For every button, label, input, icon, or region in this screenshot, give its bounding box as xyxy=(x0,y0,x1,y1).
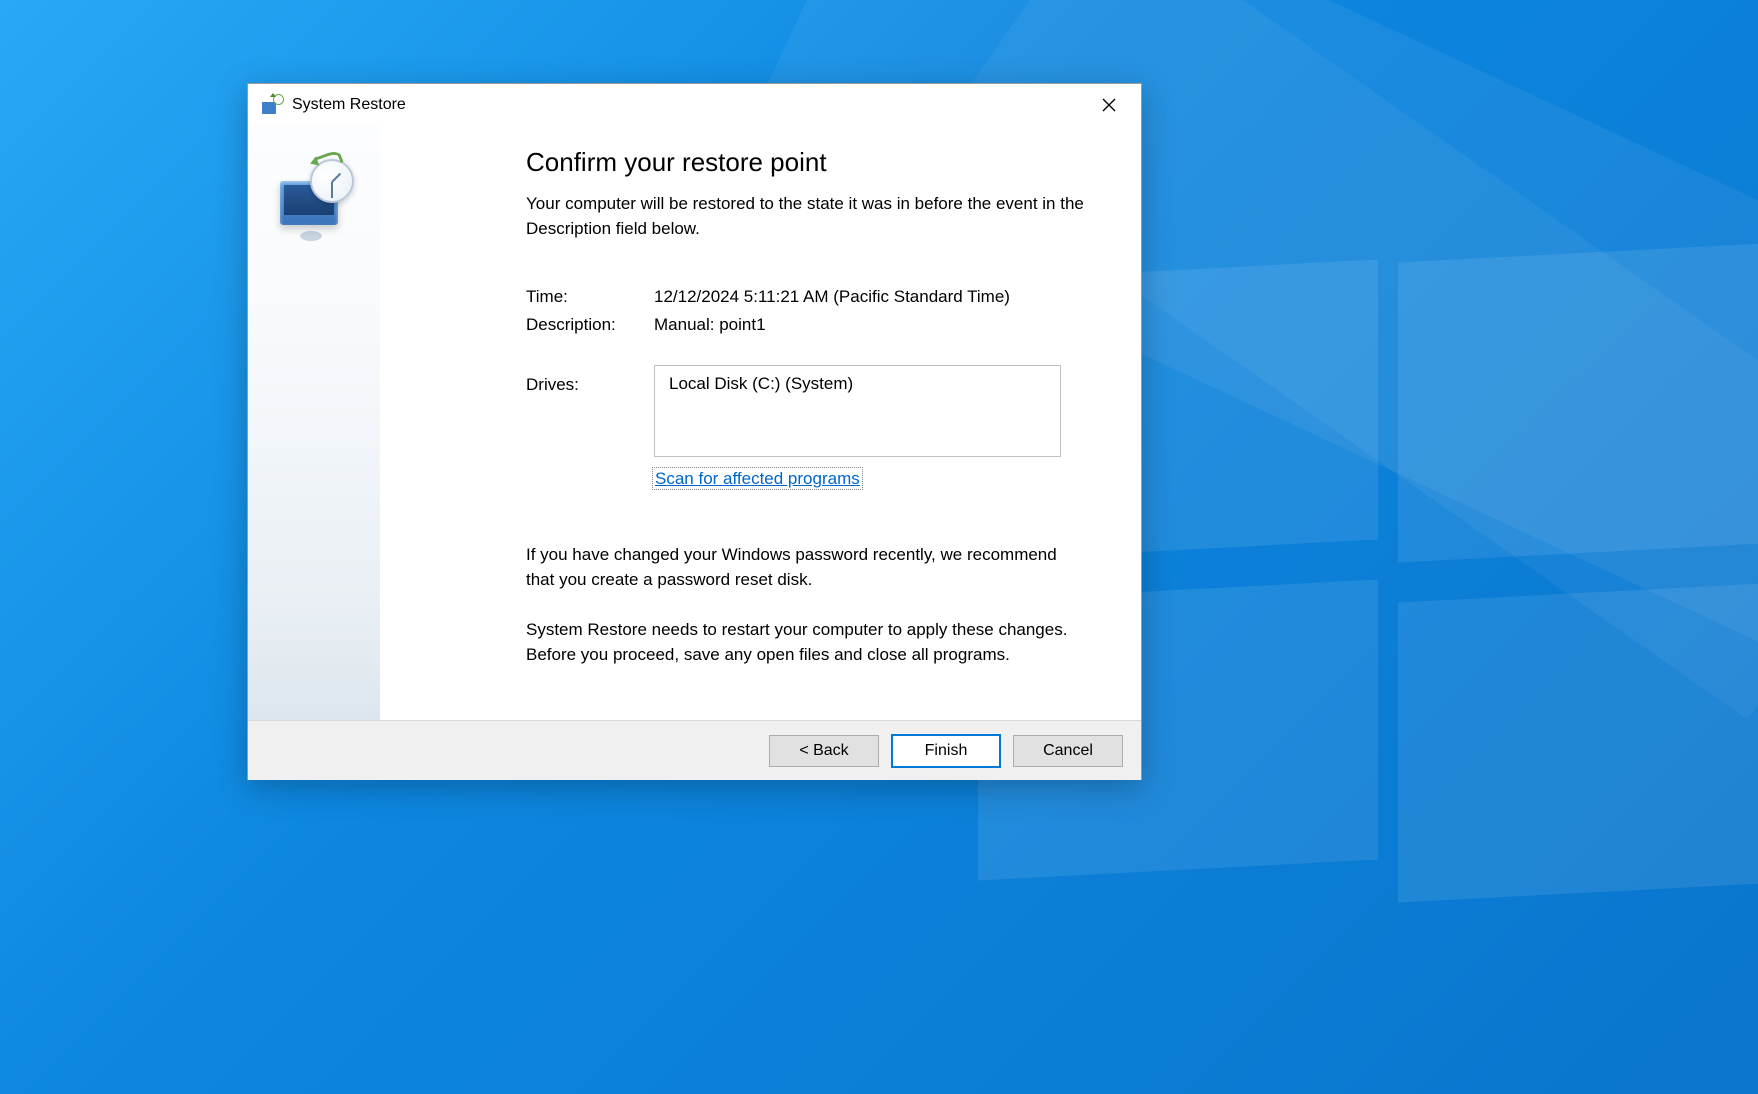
description-label: Description: xyxy=(526,315,654,335)
cancel-button[interactable]: Cancel xyxy=(1013,735,1123,767)
close-button[interactable] xyxy=(1081,86,1137,124)
page-heading: Confirm your restore point xyxy=(526,147,1089,178)
drives-label: Drives: xyxy=(526,365,654,457)
description-value: Manual: point1 xyxy=(654,315,766,335)
time-label: Time: xyxy=(526,287,654,307)
titlebar[interactable]: System Restore xyxy=(248,84,1141,125)
drives-list[interactable]: Local Disk (C:) (System) xyxy=(654,365,1061,457)
close-icon xyxy=(1102,98,1116,112)
restart-note: System Restore needs to restart your com… xyxy=(526,618,1089,667)
finish-button[interactable]: Finish xyxy=(891,734,1001,768)
system-restore-hero-icon xyxy=(272,157,356,235)
wizard-button-bar: < Back Finish Cancel xyxy=(248,720,1141,780)
system-restore-dialog: System Restore Confirm your restore poin… xyxy=(247,83,1142,780)
system-restore-icon xyxy=(262,96,282,114)
drive-item: Local Disk (C:) (System) xyxy=(669,374,853,393)
time-value: 12/12/2024 5:11:21 AM (Pacific Standard … xyxy=(654,287,1010,307)
page-description: Your computer will be restored to the st… xyxy=(526,192,1089,241)
back-button[interactable]: < Back xyxy=(769,735,879,767)
wizard-content: Confirm your restore point Your computer… xyxy=(380,125,1141,720)
password-note: If you have changed your Windows passwor… xyxy=(526,543,1089,592)
wizard-sidebar xyxy=(248,125,380,720)
scan-affected-programs-link[interactable]: Scan for affected programs xyxy=(654,469,861,488)
window-title: System Restore xyxy=(292,96,406,114)
